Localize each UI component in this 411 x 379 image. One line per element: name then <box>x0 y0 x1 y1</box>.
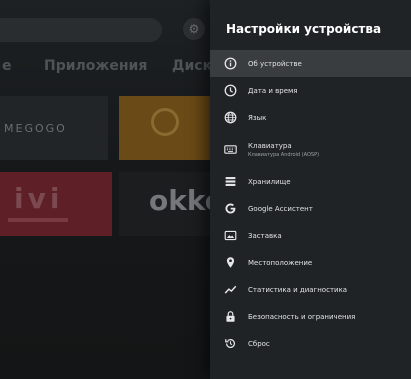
menu-item-label: Клавиатура <box>248 141 292 150</box>
menu-item-label: Безопасность и ограничения <box>248 312 356 321</box>
menu-item-screensaver[interactable]: Заставка <box>210 222 411 249</box>
okko-logo: okko <box>149 184 211 217</box>
megogo-logo: MEGOGO <box>4 122 67 135</box>
keyboard-icon <box>222 142 238 158</box>
menu-item-text: Клавиатура Клавиатура Android (AOSP) <box>248 142 319 158</box>
menu-item-storage[interactable]: Хранилище <box>210 168 411 195</box>
menu-item-location[interactable]: Местоположение <box>210 249 411 276</box>
reset-icon <box>222 336 238 352</box>
info-icon <box>222 56 238 72</box>
menu-item-label: Google Ассистент <box>248 204 313 213</box>
google-icon <box>222 201 238 217</box>
clock-icon <box>222 83 238 99</box>
tab-apps: Приложения <box>44 58 148 74</box>
menu-item-label: Дата и время <box>248 86 298 95</box>
menu-item-sublabel: Клавиатура Android (AOSP) <box>248 151 320 158</box>
menu-item-diagnostics[interactable]: Статистика и диагностика <box>210 276 411 303</box>
lock-icon <box>222 309 238 325</box>
menu-item-label: Заставка <box>248 231 282 240</box>
menu-item-label: Язык <box>248 113 267 122</box>
diagnostics-icon <box>222 282 238 298</box>
settings-icon: ⚙ <box>183 18 205 40</box>
menu-item-label: Хранилище <box>248 177 291 186</box>
app-tile-ivi: ivi <box>0 172 112 236</box>
ivi-caption <box>8 218 68 222</box>
menu-item-google-assistant[interactable]: Google Ассистент <box>210 195 411 222</box>
device-settings-panel: Настройки устройства Об устройстве Дата … <box>210 0 411 379</box>
settings-menu: Об устройстве Дата и время Язык Клавиату… <box>210 50 411 357</box>
menu-item-keyboard[interactable]: Клавиатура Клавиатура Android (AOSP) <box>210 131 411 168</box>
menu-item-language[interactable]: Язык <box>210 104 411 131</box>
menu-item-label: Сброс <box>248 339 270 348</box>
location-icon <box>222 255 238 271</box>
menu-item-label: Об устройстве <box>248 59 302 68</box>
search-bar <box>0 18 162 42</box>
menu-item-security[interactable]: Безопасность и ограничения <box>210 303 411 330</box>
tab-home: е <box>2 58 12 74</box>
tab-disk: Диск <box>172 58 213 74</box>
app-tile-megogo: MEGOGO <box>0 96 108 160</box>
menu-item-reset[interactable]: Сброс <box>210 330 411 357</box>
screensaver-icon <box>222 228 238 244</box>
menu-item-label: Местоположение <box>248 258 313 267</box>
panel-title: Настройки устройства <box>226 22 382 36</box>
storage-icon <box>222 174 238 190</box>
film-reel-icon <box>151 108 179 136</box>
ivi-logo: ivi <box>14 182 64 215</box>
menu-item-label: Статистика и диагностика <box>248 285 348 294</box>
app-tile-okko: okko <box>119 172 211 236</box>
menu-item-date-time[interactable]: Дата и время <box>210 77 411 104</box>
menu-item-about[interactable]: Об устройстве <box>210 50 411 77</box>
globe-icon <box>222 110 238 126</box>
app-tile-kinopoisk <box>119 96 211 160</box>
